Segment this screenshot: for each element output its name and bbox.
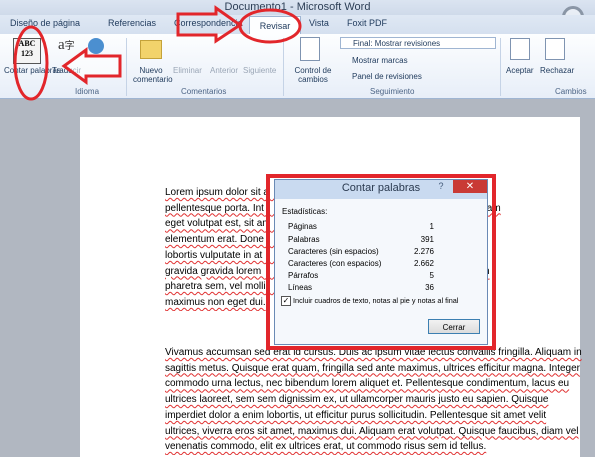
annotation-ellipse-revisar (238, 8, 302, 44)
stat-label: Párrafos (288, 271, 319, 280)
close-icon[interactable]: ✕ (453, 180, 487, 193)
stat-value: 5 (429, 271, 434, 280)
stat-value: 2.662 (413, 259, 434, 268)
stat-value: 36 (425, 283, 434, 292)
document-line: venenatis commodo, elit ex ultrices erat… (165, 441, 487, 453)
annotation-ellipse-word-count (13, 25, 49, 101)
stat-label: Líneas (288, 283, 313, 292)
close-button[interactable]: Cerrar (428, 319, 480, 334)
stat-label: Caracteres (sin espacios) (288, 247, 379, 256)
include-textboxes-checkbox[interactable]: ✓ (281, 296, 291, 306)
stat-label: Caracteres (con espacios) (288, 259, 382, 268)
stat-label: Páginas (288, 222, 317, 231)
help-button[interactable]: ? (431, 180, 451, 193)
stat-value: 2.276 (413, 247, 434, 256)
document-line: imperdiet dolor a enim lobortis, ut effi… (165, 409, 547, 421)
document-line: commodo urna lectus, nec bibendum lorem … (165, 378, 570, 390)
stat-value: 391 (420, 235, 434, 244)
stat-value: 1 (429, 222, 434, 231)
document-line: ultrices, viverra eros sit amet, maximus… (165, 425, 579, 437)
document-line: sagittis metus. Quisque erat quam, fring… (165, 362, 581, 374)
stats-heading: Estadísticas: (282, 207, 328, 216)
annotation-arrow-left (61, 47, 122, 85)
include-textboxes-label: Incluir cuadros de texto, notas al pie y… (293, 296, 459, 305)
annotation-arrow-right (176, 5, 243, 44)
paragraph-2[interactable]: Vivamus accumsan sed erat id cursus. Dui… (165, 345, 585, 455)
stat-label: Palabras (288, 235, 320, 244)
document-line: ultrices laoreet, sem sem dignissim ex, … (165, 394, 549, 406)
